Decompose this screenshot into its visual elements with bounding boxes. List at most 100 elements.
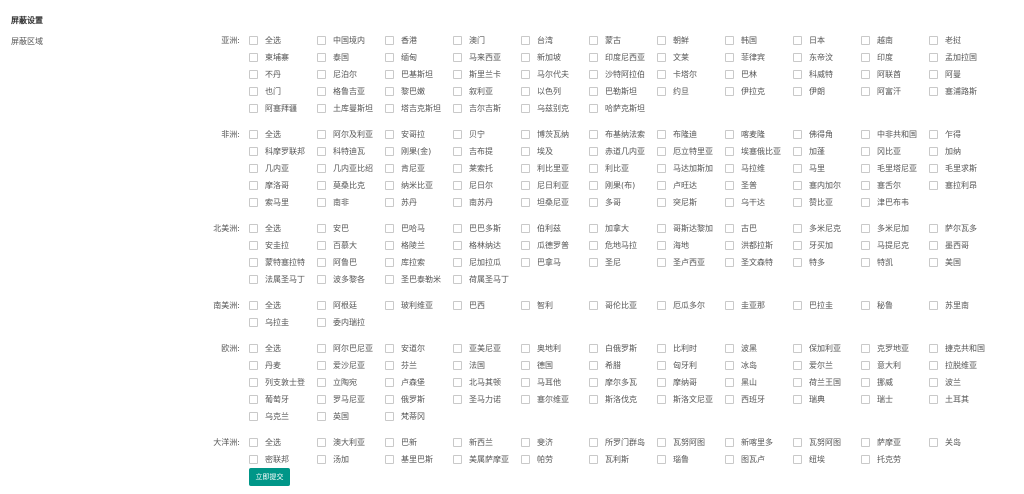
country-checkbox[interactable]: 希腊 xyxy=(589,357,657,374)
checkbox-icon[interactable] xyxy=(793,224,802,233)
country-checkbox[interactable]: 基里巴斯 xyxy=(385,451,453,468)
country-checkbox[interactable]: 马提尼克 xyxy=(861,237,929,254)
country-checkbox[interactable]: 乌拉圭 xyxy=(249,314,317,331)
country-checkbox[interactable]: 塞浦路斯 xyxy=(929,83,997,100)
checkbox-icon[interactable] xyxy=(929,241,938,250)
checkbox-icon[interactable] xyxy=(793,438,802,447)
checkbox-icon[interactable] xyxy=(929,378,938,387)
checkbox-icon[interactable] xyxy=(589,181,598,190)
country-checkbox[interactable]: 葡萄牙 xyxy=(249,391,317,408)
country-checkbox[interactable]: 香港 xyxy=(385,32,453,49)
checkbox-icon[interactable] xyxy=(453,53,462,62)
checkbox-icon[interactable] xyxy=(385,198,394,207)
country-checkbox[interactable]: 美属萨摩亚 xyxy=(453,451,521,468)
country-checkbox[interactable]: 纽埃 xyxy=(793,451,861,468)
checkbox-icon[interactable] xyxy=(317,438,326,447)
country-checkbox[interactable]: 阿尔及利亚 xyxy=(317,126,385,143)
checkbox-icon[interactable] xyxy=(589,224,598,233)
country-checkbox[interactable]: 伯利兹 xyxy=(521,220,589,237)
country-checkbox[interactable]: 多米尼加 xyxy=(861,220,929,237)
checkbox-icon[interactable] xyxy=(725,378,734,387)
checkbox-icon[interactable] xyxy=(861,181,870,190)
checkbox-icon[interactable] xyxy=(793,70,802,79)
checkbox-icon[interactable] xyxy=(249,198,258,207)
checkbox-icon[interactable] xyxy=(385,378,394,387)
checkbox-icon[interactable] xyxy=(725,241,734,250)
country-checkbox[interactable]: 圣巴泰勒米 xyxy=(385,271,453,288)
country-checkbox[interactable]: 老挝 xyxy=(929,32,997,49)
checkbox-icon[interactable] xyxy=(385,438,394,447)
checkbox-icon[interactable] xyxy=(793,147,802,156)
country-checkbox[interactable]: 摩尔多瓦 xyxy=(589,374,657,391)
checkbox-icon[interactable] xyxy=(521,164,530,173)
checkbox-icon[interactable] xyxy=(657,241,666,250)
country-checkbox[interactable]: 法属圣马丁 xyxy=(249,271,317,288)
country-checkbox[interactable]: 布隆迪 xyxy=(657,126,725,143)
country-checkbox[interactable]: 瑞士 xyxy=(861,391,929,408)
checkbox-icon[interactable] xyxy=(589,53,598,62)
country-checkbox[interactable]: 巴西 xyxy=(453,297,521,314)
country-checkbox[interactable]: 蒙特塞拉特 xyxy=(249,254,317,271)
country-checkbox[interactable]: 苏里南 xyxy=(929,297,997,314)
checkbox-icon[interactable] xyxy=(589,104,598,113)
checkbox-icon[interactable] xyxy=(657,87,666,96)
country-checkbox[interactable]: 斯洛伐克 xyxy=(589,391,657,408)
country-checkbox[interactable]: 坦桑尼亚 xyxy=(521,194,589,211)
checkbox-icon[interactable] xyxy=(453,224,462,233)
checkbox-icon[interactable] xyxy=(317,104,326,113)
checkbox-icon[interactable] xyxy=(793,53,802,62)
country-checkbox[interactable]: 尼泊尔 xyxy=(317,66,385,83)
checkbox-icon[interactable] xyxy=(793,130,802,139)
checkbox-icon[interactable] xyxy=(929,224,938,233)
country-checkbox[interactable]: 瓦努阿图 xyxy=(793,434,861,451)
country-checkbox[interactable]: 托克劳 xyxy=(861,451,929,468)
checkbox-icon[interactable] xyxy=(317,275,326,284)
country-checkbox[interactable]: 圣马力诺 xyxy=(453,391,521,408)
country-checkbox[interactable]: 尼日尔 xyxy=(453,177,521,194)
country-checkbox[interactable]: 秘鲁 xyxy=(861,297,929,314)
checkbox-icon[interactable] xyxy=(929,181,938,190)
country-checkbox[interactable]: 马尔代夫 xyxy=(521,66,589,83)
checkbox-icon[interactable] xyxy=(385,36,394,45)
country-checkbox[interactable]: 立陶宛 xyxy=(317,374,385,391)
country-checkbox[interactable]: 厄瓜多尔 xyxy=(657,297,725,314)
checkbox-icon[interactable] xyxy=(725,53,734,62)
country-checkbox[interactable]: 索马里 xyxy=(249,194,317,211)
checkbox-icon[interactable] xyxy=(249,301,258,310)
checkbox-icon[interactable] xyxy=(521,455,530,464)
country-checkbox[interactable]: 尼加拉瓜 xyxy=(453,254,521,271)
country-checkbox[interactable]: 智利 xyxy=(521,297,589,314)
checkbox-icon[interactable] xyxy=(657,455,666,464)
checkbox-icon[interactable] xyxy=(589,344,598,353)
country-checkbox[interactable]: 肯尼亚 xyxy=(385,160,453,177)
checkbox-icon[interactable] xyxy=(317,395,326,404)
country-checkbox[interactable]: 博茨瓦纳 xyxy=(521,126,589,143)
select-all-checkbox[interactable]: 全选 xyxy=(249,126,317,143)
country-checkbox[interactable]: 梵蒂冈 xyxy=(385,408,453,425)
country-checkbox[interactable]: 萨尔瓦多 xyxy=(929,220,997,237)
country-checkbox[interactable]: 贝宁 xyxy=(453,126,521,143)
checkbox-icon[interactable] xyxy=(589,455,598,464)
checkbox-icon[interactable] xyxy=(929,130,938,139)
checkbox-icon[interactable] xyxy=(861,378,870,387)
checkbox-icon[interactable] xyxy=(657,147,666,156)
checkbox-icon[interactable] xyxy=(725,361,734,370)
country-checkbox[interactable]: 乌克兰 xyxy=(249,408,317,425)
country-checkbox[interactable]: 尼日利亚 xyxy=(521,177,589,194)
country-checkbox[interactable]: 爱沙尼亚 xyxy=(317,357,385,374)
country-checkbox[interactable]: 奥地利 xyxy=(521,340,589,357)
checkbox-icon[interactable] xyxy=(589,87,598,96)
checkbox-icon[interactable] xyxy=(317,455,326,464)
checkbox-icon[interactable] xyxy=(317,53,326,62)
country-checkbox[interactable]: 关岛 xyxy=(929,434,997,451)
checkbox-icon[interactable] xyxy=(929,147,938,156)
country-checkbox[interactable]: 巴哈马 xyxy=(385,220,453,237)
checkbox-icon[interactable] xyxy=(385,344,394,353)
checkbox-icon[interactable] xyxy=(385,53,394,62)
country-checkbox[interactable]: 格鲁吉亚 xyxy=(317,83,385,100)
checkbox-icon[interactable] xyxy=(317,130,326,139)
country-checkbox[interactable]: 库拉索 xyxy=(385,254,453,271)
checkbox-icon[interactable] xyxy=(589,147,598,156)
country-checkbox[interactable]: 卢森堡 xyxy=(385,374,453,391)
checkbox-icon[interactable] xyxy=(317,224,326,233)
